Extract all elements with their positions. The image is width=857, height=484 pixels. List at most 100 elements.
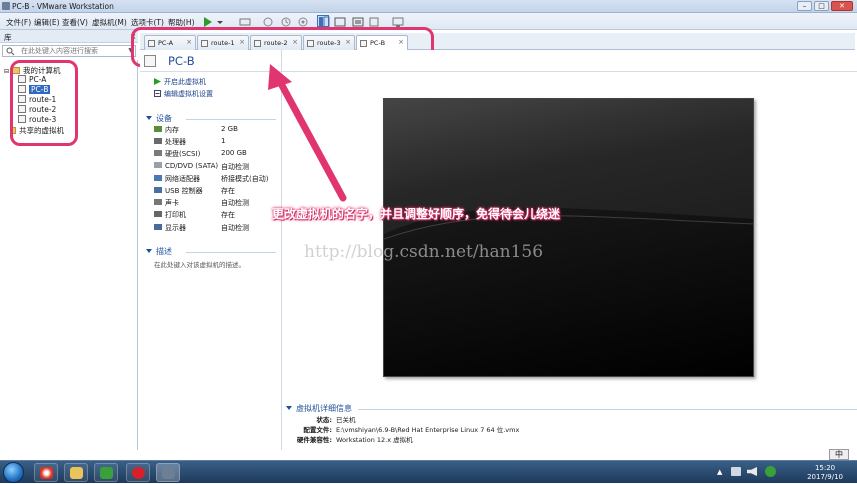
window-controls: – □ ✕ [797,1,853,11]
window-title: PC-B - VMware Workstation [12,2,114,11]
unity-icon[interactable] [367,15,379,27]
vm-icon [144,55,156,67]
vm-name: PC-B [168,54,195,68]
device-name: 打印机 [165,211,186,220]
device-name: 显示器 [165,223,186,232]
screen-wave-graphic [384,99,753,240]
snapshot-manager-icon[interactable] [296,15,308,27]
menu-edit[interactable]: 编辑(E) [34,17,60,28]
device-name: 内存 [165,126,179,134]
device-name: 硬盘(SCSI) [165,150,201,159]
menu-file[interactable]: 文件(F) [6,17,31,28]
device-row[interactable]: USB 控制器 存在 [154,186,235,196]
browser-taskbar-icon[interactable] [34,463,58,482]
thumbnail-bar-icon[interactable] [333,15,346,27]
device-row[interactable]: 处理器 1 [154,137,225,147]
device-name: 网络适配器 [165,174,200,183]
windows-taskbar: ▲ 15:20 2017/9/10 [0,460,857,483]
vmware-app-icon [2,2,10,10]
menu-vm[interactable]: 虚拟机(M) [92,17,127,28]
detail-row: 状态: 已关机 [316,416,356,424]
collapse-icon[interactable] [286,406,292,410]
description-section-header[interactable]: 描述 [146,246,172,257]
console-view-icon[interactable] [391,15,404,27]
minimize-button[interactable]: – [797,1,812,11]
sound-icon [154,199,162,206]
system-tray: ▲ 15:20 2017/9/10 [717,461,857,484]
power-on-icon[interactable] [201,15,213,27]
power-on-vm-link[interactable]: 开启此虚拟机 [154,77,206,87]
cdrom-icon [154,161,162,168]
library-title: 库 [4,33,12,42]
device-value: 自动检测 [221,162,249,171]
hdd-icon [154,150,162,157]
device-name: CD/DVD (SATA) [165,161,219,170]
device-row[interactable]: 网络适配器 桥接模式(自动) [154,174,268,184]
device-value: 200 GB [221,149,247,158]
device-value: 桥接模式(自动) [221,174,269,183]
library-search: ▼ [2,45,136,57]
power-dropdown-icon[interactable] [213,15,223,27]
search-icon [6,47,15,58]
device-value: 自动检测 [221,223,249,232]
show-library-icon[interactable] [317,15,330,28]
device-value: 自动检测 [221,199,249,208]
network-tray-icon[interactable] [731,467,741,476]
divider [358,409,857,410]
show-hidden-icons-icon[interactable]: ▲ [717,468,722,476]
device-row[interactable]: CD/DVD (SATA) 自动检测 [154,161,249,171]
divider [140,71,857,72]
expand-icon[interactable]: ⊟ [4,68,9,75]
clock[interactable]: 15:20 2017/9/10 [807,464,843,482]
annotation-text: 更改虚拟机的名字，并且调整好顺序，免得待会儿绕迷 [272,207,561,221]
revert-snapshot-icon[interactable] [279,15,291,27]
app-tray-icon[interactable] [765,466,776,477]
ime-indicator[interactable]: 中 [829,449,849,460]
highlight-box-library [10,60,78,146]
collapse-icon[interactable] [146,116,152,120]
volume-tray-icon[interactable] [747,467,757,476]
vm-details-section: 虚拟机详细信息 状态: 已关机 配置文件: E:\vmshiyan\6.9-B\Re… [140,402,857,448]
close-window-button[interactable]: ✕ [831,1,853,11]
play-icon [154,78,161,85]
library-header: 库 × [0,30,138,43]
chat-app-taskbar-icon[interactable] [94,463,118,482]
music-app-taskbar-icon[interactable] [126,463,150,482]
divider [186,252,276,253]
maximize-button[interactable]: □ [814,1,829,11]
snapshot-icon[interactable] [261,15,273,27]
details-section-header[interactable]: 虚拟机详细信息 [286,403,352,414]
device-value: 1 [221,137,226,146]
file-explorer-taskbar-icon[interactable] [64,463,88,482]
devices-section-header[interactable]: 设备 [146,113,172,124]
device-row[interactable]: 硬盘(SCSI) 200 GB [154,149,247,159]
search-input[interactable] [21,46,121,56]
menu-view[interactable]: 查看(V) [62,17,88,28]
pane-splitter[interactable] [281,50,282,450]
watermark: http://blog.csdn.net/han156 [304,242,544,262]
device-row[interactable]: 声卡 自动检测 [154,198,249,208]
send-ctrl-alt-del-icon[interactable] [238,15,251,27]
vmware-taskbar-icon[interactable] [156,463,180,482]
detail-row: 硬件兼容性: Workstation 12.x 虚拟机 [296,436,413,444]
device-name: 声卡 [165,199,179,208]
title-bar: PC-B - VMware Workstation – □ ✕ [0,0,857,13]
divider [186,119,276,120]
full-screen-icon[interactable] [351,15,364,27]
collapse-icon[interactable] [146,249,152,253]
usb-icon [154,187,162,193]
edit-vm-settings-link[interactable]: 编辑虚拟机设置 [154,89,213,99]
settings-icon [154,90,161,97]
device-name: USB 控制器 [165,187,203,195]
device-row[interactable]: 内存 2 GB [154,125,238,135]
network-icon [154,174,162,181]
device-value: 2 GB [221,125,238,133]
start-button[interactable] [3,462,24,483]
vm-screen-preview[interactable] [383,98,754,377]
description-input[interactable]: 在此处键入对该虚拟机的描述。 [154,259,245,269]
printer-icon [154,211,162,218]
device-row[interactable]: 显示器 自动检测 [154,223,249,233]
device-value: 存在 [221,211,235,220]
device-row[interactable]: 打印机 存在 [154,210,235,220]
detail-row: 配置文件: E:\vmshiyan\6.9-B\Red Hat Enterpris… [303,426,520,434]
